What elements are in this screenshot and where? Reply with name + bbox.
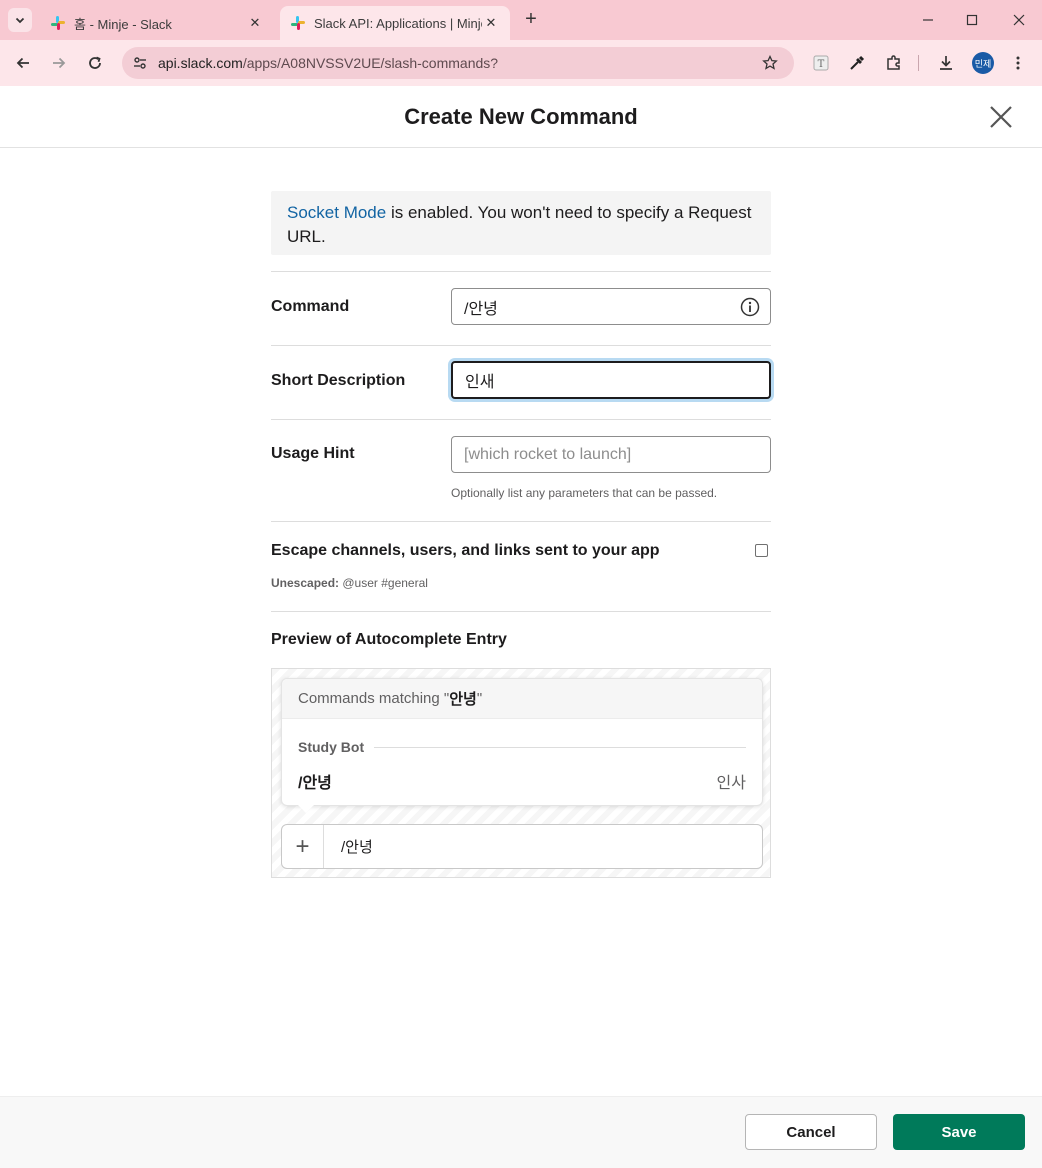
usage-hint-placeholder: [which rocket to launch] [464, 445, 632, 463]
browser-tab-bar: 홈 - Minje - Slack ✕ Slack API: Applicati… [0, 0, 1042, 40]
minimize-button[interactable] [916, 8, 940, 32]
plus-icon: + [282, 825, 324, 868]
short-description-label: Short Description [271, 372, 406, 389]
arrow-right-icon [53, 57, 66, 69]
unescaped-label: Unescaped: [271, 576, 340, 590]
composer-text: /안녕 [341, 839, 373, 856]
close-icon [990, 106, 1012, 128]
modal-header: Create New Command [0, 86, 1042, 148]
autocomplete-command: /안녕 [298, 775, 332, 792]
toolbar-separator [918, 55, 919, 71]
chevron-down-icon [15, 17, 25, 24]
escape-label: Escape channels, users, and links sent t… [271, 542, 660, 559]
profile-avatar[interactable]: 민제 [972, 52, 994, 74]
address-bar[interactable]: api.slack.com/apps/A08NVSSV2UE/slash-com… [122, 47, 794, 79]
modal-footer: Cancel Save [0, 1096, 1042, 1168]
divider [271, 611, 771, 612]
close-icon [1013, 14, 1025, 26]
app-name: Study Bot [298, 739, 365, 755]
slack-logo-icon [51, 16, 65, 30]
command-input[interactable]: /안녕 [451, 288, 771, 325]
autocomplete-popup: Commands matching " 안녕 " Study Bot /안녕 인사 [281, 678, 763, 806]
command-label: Command [271, 298, 350, 315]
browser-toolbar: api.slack.com/apps/A08NVSSV2UE/slash-com… [0, 40, 1042, 86]
reload-button[interactable] [83, 51, 107, 75]
site-info-icon[interactable] [130, 53, 150, 73]
cancel-button[interactable]: Cancel [745, 1114, 877, 1150]
usage-hint-help: Optionally list any parameters that can … [451, 486, 718, 500]
autocomplete-preview: Commands matching " 안녕 " Study Bot /안녕 인사 … [271, 668, 771, 878]
close-tab-icon[interactable]: ✕ [246, 15, 264, 31]
header-query: 안녕 [449, 691, 477, 708]
short-description-value: 인새 [465, 374, 495, 391]
minimize-icon [923, 19, 933, 21]
info-icon[interactable] [740, 297, 760, 317]
modal-title: Create New Command [404, 104, 638, 129]
browser-tab-slack-api[interactable]: Slack API: Applications | Minje ✕ [280, 6, 510, 40]
autocomplete-app-group: Study Bot [298, 739, 746, 755]
message-composer: + /안녕 [281, 824, 763, 869]
close-window-button[interactable] [1007, 8, 1031, 32]
new-tab-button[interactable]: + [520, 9, 542, 31]
bookmark-star-icon[interactable] [760, 53, 780, 73]
command-value: /안녕 [464, 300, 498, 318]
download-icon[interactable] [934, 51, 958, 75]
header-prefix: Commands matching " [298, 690, 450, 707]
back-button[interactable] [11, 51, 35, 75]
save-button[interactable]: Save [893, 1114, 1025, 1150]
popup-tail [298, 805, 314, 813]
svg-text:T: T [818, 59, 825, 70]
puzzle-extensions-icon[interactable] [882, 51, 906, 75]
eyedropper-extension-icon[interactable] [845, 51, 869, 75]
arrow-left-icon [16, 57, 29, 69]
modal-close-button[interactable] [988, 104, 1014, 130]
divider [271, 345, 771, 346]
maximize-button[interactable] [960, 8, 984, 32]
divider [271, 419, 771, 420]
autocomplete-header: Commands matching " 안녕 " [282, 679, 762, 719]
reload-icon [89, 56, 101, 69]
tab-search-button[interactable] [8, 8, 32, 32]
close-tab-icon[interactable]: ✕ [482, 15, 500, 31]
usage-hint-input[interactable]: [which rocket to launch] [451, 436, 771, 473]
tab-title: Slack API: Applications | Minje [314, 15, 482, 31]
forward-button[interactable] [47, 51, 71, 75]
socket-mode-link[interactable]: Socket Mode [287, 203, 386, 222]
divider [271, 521, 771, 522]
unescaped-example: Unescaped: @user #general [271, 576, 428, 590]
preview-heading: Preview of Autocomplete Entry [271, 631, 507, 648]
url-text: api.slack.com/apps/A08NVSSV2UE/slash-com… [158, 55, 760, 71]
url-host: api.slack.com [158, 55, 243, 71]
escape-checkbox[interactable] [755, 544, 768, 557]
socket-mode-notice: Socket Mode is enabled. You won't need t… [271, 191, 771, 255]
browser-tab-slack-home[interactable]: 홈 - Minje - Slack ✕ [40, 6, 274, 40]
unescaped-value: @user #general [339, 576, 428, 590]
usage-hint-label: Usage Hint [271, 445, 355, 462]
maximize-icon [966, 14, 978, 26]
short-description-input[interactable]: 인새 [451, 361, 771, 399]
slack-logo-icon [291, 16, 305, 30]
divider [271, 271, 771, 272]
autocomplete-description: 인사 [716, 775, 746, 792]
translate-extension-icon[interactable]: T [809, 51, 833, 75]
more-menu-icon[interactable] [1006, 51, 1030, 75]
tab-title: 홈 - Minje - Slack [74, 16, 172, 32]
url-path: /apps/A08NVSSV2UE/slash-commands? [242, 55, 499, 71]
group-divider [374, 746, 746, 748]
header-suffix: " [476, 690, 483, 707]
